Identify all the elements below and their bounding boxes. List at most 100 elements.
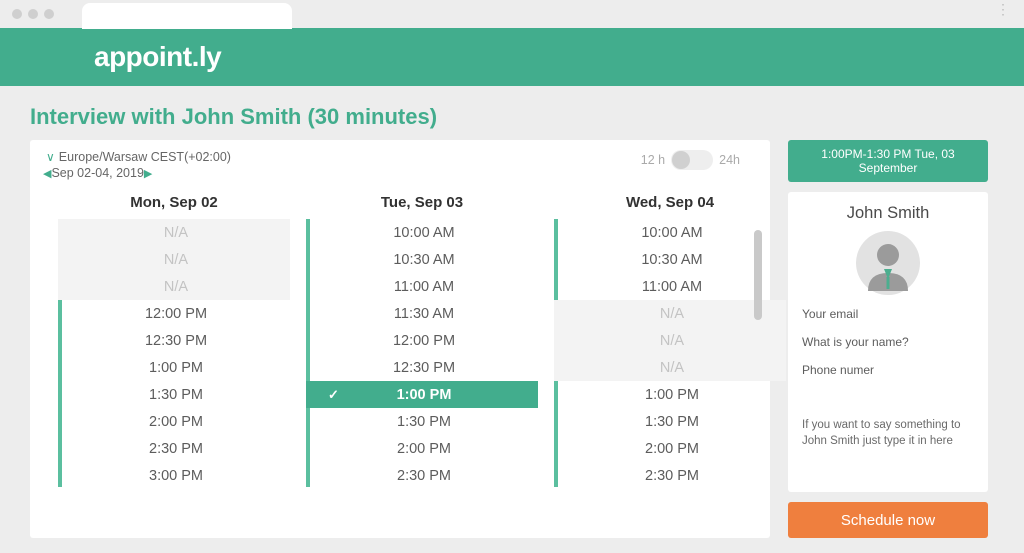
time-slot[interactable]: 1:00 PM: [58, 354, 290, 381]
toggle-thumb: [672, 151, 690, 169]
time-slot[interactable]: 2:30 PM: [58, 435, 290, 462]
scrollbar-thumb[interactable]: [754, 230, 762, 320]
slot-label: 10:30 AM: [393, 252, 454, 268]
slot-list: 10:00 AM 10:30 AM 11:00 AM N/A N/A N/A 1:00 PM…: [554, 219, 786, 487]
date-range-label: Sep 02-04, 2019: [51, 166, 143, 180]
scrollbar[interactable]: [754, 230, 762, 470]
slot-label: 1:30 PM: [149, 387, 203, 403]
selected-time-badge: 1:00PM-1:30 PM Tue, 03 September: [788, 140, 988, 182]
time-slot[interactable]: 1:00 PM: [554, 381, 786, 408]
close-dot[interactable]: [12, 9, 22, 19]
slot-label: N/A: [164, 252, 188, 268]
slot-label: 1:00 PM: [645, 387, 699, 403]
browser-tab[interactable]: [82, 3, 292, 29]
time-slot[interactable]: 11:00 AM: [306, 273, 538, 300]
timezone-label: Europe/Warsaw CEST(+02:00): [59, 150, 231, 164]
slot-label: N/A: [164, 225, 188, 241]
slot-label: N/A: [164, 279, 188, 295]
slot-label: 1:00 PM: [397, 387, 452, 403]
time-slot[interactable]: 12:00 PM: [58, 300, 290, 327]
prev-arrow-icon[interactable]: ◀: [43, 167, 51, 180]
time-slot: N/A: [58, 246, 290, 273]
time-slot[interactable]: 11:30 AM: [306, 300, 538, 327]
time-slot[interactable]: 2:00 PM: [306, 435, 538, 462]
time-slot[interactable]: 12:00 PM: [306, 327, 538, 354]
slot-label: 10:00 AM: [641, 225, 702, 241]
slot-label: 2:30 PM: [645, 468, 699, 484]
schedule-panel: ∨ Europe/Warsaw CEST(+02:00) ◀ Sep 02-04…: [30, 140, 770, 538]
time-slot[interactable]: 1:30 PM: [554, 408, 786, 435]
slot-label: 1:30 PM: [397, 414, 451, 430]
host-card: John Smith Your email What is your name?…: [788, 192, 988, 492]
phone-field[interactable]: Phone numer: [802, 363, 974, 377]
slot-label: N/A: [660, 306, 684, 322]
time-slot[interactable]: 1:30 PM: [306, 408, 538, 435]
logo: appoint.ly: [94, 41, 221, 73]
next-arrow-icon[interactable]: ▶: [144, 167, 152, 180]
window-controls: [12, 9, 54, 19]
format-24h-label: 24h: [719, 153, 740, 167]
format-12h-label: 12 h: [641, 153, 665, 167]
time-slot[interactable]: 11:00 AM: [554, 273, 786, 300]
slot-label: 11:00 AM: [642, 279, 702, 295]
avatar: [856, 231, 920, 295]
slot-list: 10:00 AM 10:30 AM 11:00 AM 11:30 AM 12:00 PM…: [306, 219, 538, 487]
day-header: Mon, Sep 02: [58, 194, 290, 219]
slot-label: 11:00 AM: [394, 279, 454, 295]
slot-label: 2:00 PM: [645, 441, 699, 457]
slot-label: 10:00 AM: [393, 225, 454, 241]
slot-label: N/A: [660, 360, 684, 376]
note-field[interactable]: If you want to say something to John Smi…: [802, 417, 974, 449]
time-slot[interactable]: 10:00 AM: [554, 219, 786, 246]
time-slot[interactable]: 10:30 AM: [306, 246, 538, 273]
chevron-down-icon: ∨: [46, 150, 55, 164]
day-header: Tue, Sep 03: [306, 194, 538, 219]
slot-list: N/A N/A N/A 12:00 PM 12:30 PM 1:00 PM 1:30 PM 2…: [58, 219, 290, 487]
time-slot: N/A: [554, 327, 786, 354]
email-field[interactable]: Your email: [802, 307, 974, 321]
host-name: John Smith: [802, 204, 974, 223]
page-title: Interview with John Smith (30 minutes): [30, 104, 1024, 130]
schedule-button[interactable]: Schedule now: [788, 502, 988, 538]
day-column: Mon, Sep 02 N/A N/A N/A 12:00 PM 12:30 PM 1:00…: [58, 194, 290, 496]
time-slot[interactable]: 1:30 PM: [58, 381, 290, 408]
check-icon: ✓: [328, 387, 339, 403]
maximize-dot[interactable]: [44, 9, 54, 19]
slot-label: 1:30 PM: [645, 414, 699, 430]
time-slot: N/A: [58, 219, 290, 246]
slot-label: N/A: [660, 333, 684, 349]
slot-label: 1:00 PM: [149, 360, 203, 376]
slot-label: 12:30 PM: [393, 360, 455, 376]
time-slot[interactable]: 12:30 PM: [58, 327, 290, 354]
slot-label: 3:00 PM: [149, 468, 203, 484]
time-slot[interactable]: 2:00 PM: [554, 435, 786, 462]
time-slot[interactable]: 3:00 PM: [58, 462, 290, 487]
slot-label: 2:30 PM: [149, 441, 203, 457]
time-slot[interactable]: 12:30 PM: [306, 354, 538, 381]
day-column: Wed, Sep 04 10:00 AM 10:30 AM 11:00 AM N/A N/…: [554, 194, 786, 496]
slot-label: 2:00 PM: [149, 414, 203, 430]
slot-label: 10:30 AM: [641, 252, 702, 268]
time-slot[interactable]: 2:30 PM: [306, 462, 538, 487]
name-field[interactable]: What is your name?: [802, 335, 974, 349]
time-slot[interactable]: 2:30 PM: [554, 462, 786, 487]
time-format-toggle[interactable]: [671, 150, 713, 170]
slot-label: 2:00 PM: [397, 441, 451, 457]
time-slot[interactable]: ✓ 1:00 PM: [306, 381, 538, 408]
day-column: Tue, Sep 03 10:00 AM 10:30 AM 11:00 AM 11:30…: [306, 194, 538, 496]
time-slot: N/A: [554, 300, 786, 327]
time-slot[interactable]: 10:00 AM: [306, 219, 538, 246]
minimize-dot[interactable]: [28, 9, 38, 19]
time-slot: N/A: [554, 354, 786, 381]
slot-label: 12:00 PM: [145, 306, 207, 322]
slot-label: 12:30 PM: [145, 333, 207, 349]
time-slot[interactable]: 2:00 PM: [58, 408, 290, 435]
day-columns: Mon, Sep 02 N/A N/A N/A 12:00 PM 12:30 PM 1:00…: [30, 194, 770, 496]
time-slot[interactable]: 10:30 AM: [554, 246, 786, 273]
app-header: appoint.ly: [0, 28, 1024, 86]
more-icon[interactable]: ⋮: [996, 8, 1010, 11]
day-header: Wed, Sep 04: [554, 194, 786, 219]
browser-chrome: ⋮: [0, 0, 1024, 28]
slot-label: 12:00 PM: [393, 333, 455, 349]
time-format-toggle-row: 12 h 24h: [641, 150, 740, 170]
